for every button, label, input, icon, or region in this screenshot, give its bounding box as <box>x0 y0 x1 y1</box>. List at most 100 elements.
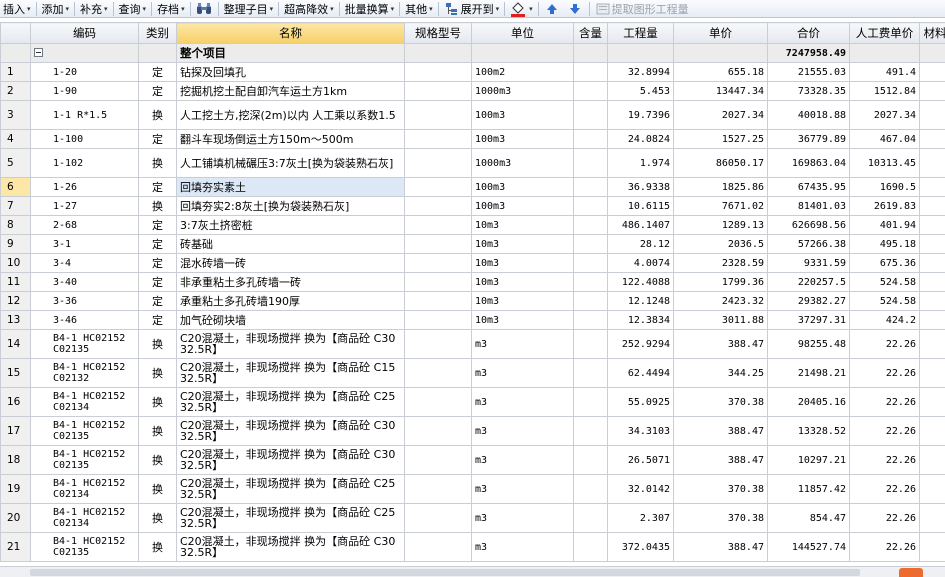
cell-name[interactable]: 人工铺填机械碾压3:7灰土[换为袋装熟石灰] <box>176 148 405 178</box>
cell-labor-price[interactable]: 22.26 <box>849 358 920 388</box>
cell-unit-price[interactable]: 370.38 <box>673 474 768 504</box>
cell-material[interactable] <box>919 329 945 359</box>
cell-unit-price[interactable]: 86050.17 <box>673 148 768 178</box>
cell-spec[interactable] <box>404 474 472 504</box>
cell-amount[interactable]: 37297.31 <box>767 310 850 330</box>
cell-quantity[interactable]: 486.1407 <box>607 215 674 235</box>
row-number-header[interactable] <box>0 22 31 44</box>
cell-content[interactable] <box>573 177 608 197</box>
cell-unit[interactable]: 1000m3 <box>471 81 574 101</box>
cell-spec[interactable] <box>404 81 472 101</box>
cell-name[interactable]: 砖基础 <box>176 234 405 254</box>
cell-amount[interactable]: 9331.59 <box>767 253 850 273</box>
cell-amount[interactable]: 13328.52 <box>767 416 850 446</box>
cell-labor-price[interactable]: 22.26 <box>849 329 920 359</box>
cell-unit[interactable]: m3 <box>471 358 574 388</box>
cell-category[interactable]: 定 <box>138 272 177 292</box>
cell-content[interactable] <box>573 387 608 417</box>
cell-labor-price[interactable]: 22.26 <box>849 503 920 533</box>
row-number[interactable]: 8 <box>0 215 31 235</box>
cell-spec[interactable] <box>404 532 472 562</box>
cell-category[interactable]: 定 <box>138 62 177 82</box>
cell-quantity[interactable]: 32.8994 <box>607 62 674 82</box>
cell-unit-price[interactable]: 1799.36 <box>673 272 768 292</box>
cell-code[interactable]: 2-68 <box>30 215 139 235</box>
cell-category[interactable]: 定 <box>138 291 177 311</box>
row-number[interactable]: 16 <box>0 387 31 417</box>
cell-code[interactable]: 3-4 <box>30 253 139 273</box>
cell-quantity[interactable]: 36.9338 <box>607 177 674 197</box>
cell-name[interactable]: C20混凝土，非现场搅拌 换为【商品砼 C25 32.5R】 <box>176 474 405 504</box>
cell-material[interactable] <box>919 310 945 330</box>
cell-material[interactable] <box>919 100 945 130</box>
row-number[interactable]: 13 <box>0 310 31 330</box>
row-number[interactable]: 3 <box>0 100 31 130</box>
cell-quantity[interactable]: 34.3103 <box>607 416 674 446</box>
cell-quantity[interactable]: 252.9294 <box>607 329 674 359</box>
fill-color-button[interactable]: ▾ <box>507 0 536 17</box>
cell-content[interactable] <box>573 129 608 149</box>
cell-name[interactable]: 钻探及回填孔 <box>176 62 405 82</box>
cell-quantity[interactable]: 4.0074 <box>607 253 674 273</box>
cell-spec[interactable] <box>404 62 472 82</box>
cell-quantity[interactable]: 12.1248 <box>607 291 674 311</box>
cell-material[interactable] <box>919 503 945 533</box>
cell-material[interactable] <box>919 129 945 149</box>
cell-amount[interactable]: 73328.35 <box>767 81 850 101</box>
cell-material[interactable] <box>919 532 945 562</box>
cell-labor-price[interactable]: 22.26 <box>849 532 920 562</box>
table-row[interactable]: 1 1-20 定钻探及回填孔 100m2 32.8994 655.18 21555.03 49… <box>0 62 945 82</box>
cell-unit[interactable]: m3 <box>471 503 574 533</box>
cell-quantity[interactable]: 55.0925 <box>607 387 674 417</box>
cell-labor-price[interactable]: 524.58 <box>849 272 920 292</box>
cell-content[interactable] <box>573 148 608 178</box>
table-row[interactable]: 16 B4-1 HC02152 C02134 换 C20混凝土，非现场搅拌 换为【商品… <box>0 387 945 417</box>
cell-labor-price[interactable]: 1690.5 <box>849 177 920 197</box>
row-number[interactable]: 11 <box>0 272 31 292</box>
cell-content[interactable] <box>573 81 608 101</box>
cell-labor-price[interactable]: 22.26 <box>849 416 920 446</box>
cell-unit-price[interactable]: 2423.32 <box>673 291 768 311</box>
cell-quantity[interactable]: 372.0435 <box>607 532 674 562</box>
cell-category[interactable]: 换 <box>138 503 177 533</box>
cell-code[interactable]: 1-102 <box>30 148 139 178</box>
cell-code[interactable]: B4-1 HC02152 C02134 <box>30 503 139 533</box>
table-row[interactable]: 8 2-68 定 3:7灰土挤密桩 10m3 486.1407 1289.13 626698.… <box>0 215 945 235</box>
cell-spec[interactable] <box>404 148 472 178</box>
cell-name[interactable]: C20混凝土，非现场搅拌 换为【商品砼 C30 32.5R】 <box>176 445 405 475</box>
move-down-button[interactable] <box>564 0 587 17</box>
cell-quantity[interactable]: 19.7396 <box>607 100 674 130</box>
cell-unit[interactable]: 100m3 <box>471 129 574 149</box>
cell-content[interactable] <box>573 62 608 82</box>
cell-name[interactable]: 人工挖土方,挖深(2m)以内 人工乘以系数1.5 <box>176 100 405 130</box>
cell-spec[interactable] <box>404 272 472 292</box>
cell-unit[interactable]: m3 <box>471 416 574 446</box>
table-row[interactable]: 20 B4-1 HC02152 C02134 换 C20混凝土，非现场搅拌 换为【商品… <box>0 503 945 533</box>
cell-quantity[interactable]: 5.453 <box>607 81 674 101</box>
expand-to-menu[interactable]: 展开到 ▾ <box>441 0 503 17</box>
cell-unit[interactable]: 1000m3 <box>471 148 574 178</box>
row-number[interactable]: 1 <box>0 62 31 82</box>
cell-content[interactable] <box>573 253 608 273</box>
table-row[interactable]: 21 B4-1 HC02152 C02135 换 C20混凝土，非现场搅拌 换为【商品… <box>0 532 945 562</box>
supplement-menu[interactable]: 补充 ▾ <box>77 0 111 17</box>
cell-code[interactable]: B4-1 HC02152 C02134 <box>30 387 139 417</box>
cell-unit-price[interactable]: 3011.88 <box>673 310 768 330</box>
cell-unit-price[interactable]: 370.38 <box>673 387 768 417</box>
cell-code[interactable]: 1-27 <box>30 196 139 216</box>
cell-amount[interactable]: 29382.27 <box>767 291 850 311</box>
cell-material[interactable] <box>919 291 945 311</box>
cell-quantity[interactable]: 2.307 <box>607 503 674 533</box>
cell-unit[interactable]: m3 <box>471 532 574 562</box>
cell-category[interactable]: 定 <box>138 234 177 254</box>
cell-material[interactable] <box>919 81 945 101</box>
cell-code[interactable]: 1-90 <box>30 81 139 101</box>
cell-unit-price[interactable]: 1825.86 <box>673 177 768 197</box>
cell-amount[interactable]: 10297.21 <box>767 445 850 475</box>
table-row[interactable]: 7 1-27 换回填夯实2:8灰土[换为袋装熟石灰] 100m3 10.6115 7671… <box>0 196 945 216</box>
cell-code[interactable]: B4-1 HC02152 C02135 <box>30 416 139 446</box>
cell-labor-price[interactable]: 524.58 <box>849 291 920 311</box>
scrollbar-thumb[interactable] <box>30 569 860 576</box>
cell-content[interactable] <box>573 100 608 130</box>
cell-name[interactable]: 3:7灰土挤密桩 <box>176 215 405 235</box>
